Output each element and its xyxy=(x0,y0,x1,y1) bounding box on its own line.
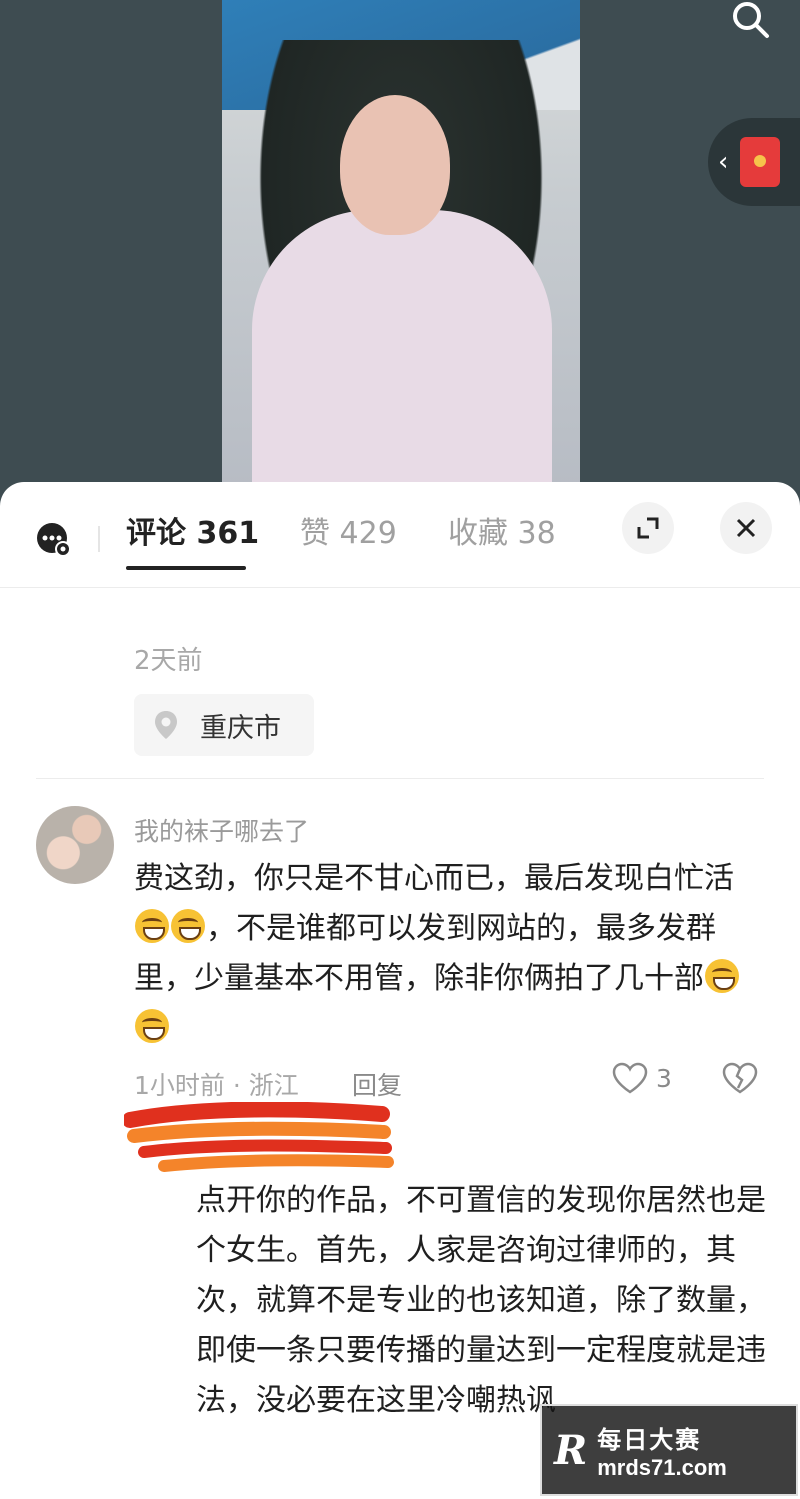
comment-text: 费这劲，你只是不甘心而已，最后发现白忙活 ，不是谁都可以发到网站的，最多发群里，少… xyxy=(134,854,764,1054)
like-button[interactable]: 3 xyxy=(612,1062,672,1094)
video-area[interactable]: ‹ xyxy=(0,0,800,500)
comment-sheet: 评论 361 赞 429 收藏 38 2天前 重庆市 我的袜子哪去了 费这劲，你… xyxy=(0,482,800,1499)
watermark-logo: R xyxy=(554,1426,588,1474)
chat-settings-icon[interactable] xyxy=(36,522,72,558)
person-face xyxy=(340,95,450,235)
avatar[interactable] xyxy=(36,806,114,884)
red-packet-button[interactable]: ‹ xyxy=(708,118,800,206)
broken-heart-icon xyxy=(722,1062,758,1094)
comment-text-part2: ，不是谁都可以发到网站的，最多发群里，少量基本不用管，除非你俩拍了几十部 xyxy=(134,911,716,996)
search-icon xyxy=(733,2,769,38)
sheet-tabs: 评论 361 赞 429 收藏 38 xyxy=(0,482,800,588)
grin-sweat-emoji-icon xyxy=(705,959,739,993)
reply-text: 点开你的作品，不可置信的发现你居然也是个女生。首先，人家是咨询过律师的，其次，就… xyxy=(196,1183,766,1418)
dislike-button[interactable] xyxy=(722,1062,758,1098)
location-label: 重庆市 xyxy=(200,712,281,744)
heart-icon xyxy=(612,1062,648,1094)
tab-favorites[interactable]: 收藏 38 xyxy=(448,508,556,552)
redaction-scribble xyxy=(124,1102,394,1172)
chevron-left-icon: ‹ xyxy=(718,147,729,177)
comment-meta: 1小时前 · 浙江 xyxy=(134,1071,299,1100)
location-tag[interactable]: 重庆市 xyxy=(134,694,314,756)
watermark-text: 每日大赛 mrds71.com xyxy=(597,1420,727,1481)
video-frame xyxy=(222,0,580,490)
comment-username[interactable]: 我的袜子哪去了 xyxy=(134,812,309,848)
reply-button[interactable]: 回复 xyxy=(352,1066,402,1102)
expand-button[interactable] xyxy=(622,502,674,554)
red-packet-icon xyxy=(740,137,781,187)
watermark: R 每日大赛 mrds71.com xyxy=(540,1404,798,1496)
location-pin-icon xyxy=(155,711,177,739)
expand-icon xyxy=(637,517,659,539)
tab-divider xyxy=(98,526,100,552)
section-divider xyxy=(36,778,764,779)
grin-sweat-emoji-icon xyxy=(171,909,205,943)
like-count: 3 xyxy=(656,1063,672,1093)
active-tab-indicator xyxy=(126,566,246,570)
close-icon xyxy=(736,518,756,538)
post-time: 2天前 xyxy=(134,646,203,676)
watermark-title: 每日大赛 xyxy=(597,1426,702,1454)
grin-sweat-emoji-icon xyxy=(135,1009,169,1043)
grin-sweat-emoji-icon xyxy=(135,909,169,943)
comment-text-part1: 费这劲，你只是不甘心而已，最后发现白忙活 xyxy=(134,861,734,896)
tab-likes[interactable]: 赞 429 xyxy=(300,508,397,552)
person-coat xyxy=(252,210,552,490)
tab-comments[interactable]: 评论 361 xyxy=(126,508,259,552)
close-button[interactable] xyxy=(720,502,772,554)
search-button[interactable] xyxy=(722,0,778,40)
watermark-url: mrds71.com xyxy=(597,1454,727,1480)
